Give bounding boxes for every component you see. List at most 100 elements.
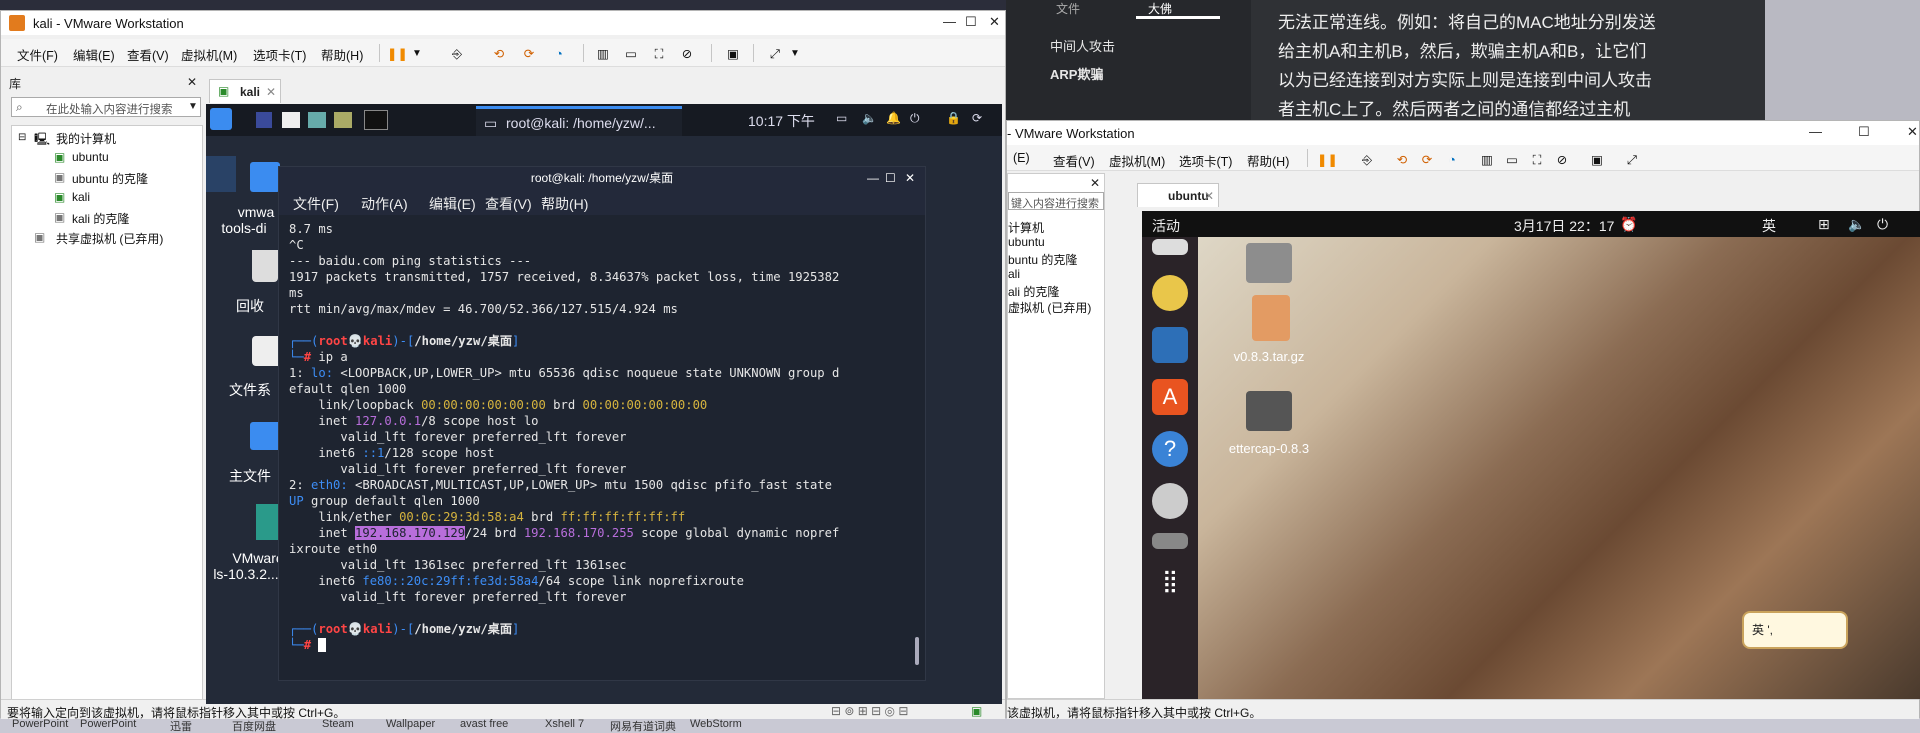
maximize-icon[interactable]: ☐: [1858, 124, 1870, 140]
library-search-input[interactable]: 键入内容进行搜索: [1008, 192, 1104, 210]
menu-tabs[interactable]: 选项卡(T): [253, 45, 306, 64]
thumbnail-view-icon[interactable]: ▭: [621, 45, 641, 63]
unity-icon[interactable]: ⊘: [677, 45, 697, 63]
tree-item-ubuntu-clone[interactable]: buntu 的克隆: [1008, 251, 1077, 268]
tree-shared-vms[interactable]: 虚拟机 (已弃用): [1008, 299, 1091, 316]
close-icon[interactable]: ✕: [989, 14, 1000, 30]
browser-icon[interactable]: [308, 112, 326, 128]
console-icon[interactable]: ▣: [723, 45, 743, 63]
maximize-icon[interactable]: ☐: [965, 14, 977, 30]
desktop-icon-top[interactable]: [206, 156, 236, 192]
writer-icon[interactable]: [1152, 327, 1188, 363]
display-icon[interactable]: ▭: [836, 111, 847, 125]
show-desktop-icon[interactable]: [256, 112, 272, 128]
send-keys-icon[interactable]: ⎆: [447, 45, 467, 63]
editor-icon[interactable]: [334, 112, 352, 128]
snapshot-icon[interactable]: ⟲: [489, 45, 509, 63]
menu-view[interactable]: 查看(V): [1053, 151, 1095, 170]
notification-icon[interactable]: 🔔: [886, 111, 901, 125]
terminal-output[interactable]: 8.7 ms ^C --- baidu.com ping statistics …: [289, 221, 909, 653]
terminal-menu-file[interactable]: 文件(F): [293, 194, 339, 214]
network-icon[interactable]: ⊞: [1818, 216, 1830, 233]
power-icon[interactable]: ⏻: [910, 111, 920, 126]
display-icon[interactable]: ▣: [971, 704, 982, 718]
terminal-menu-action[interactable]: 动作(A): [361, 194, 408, 214]
stretch-icon[interactable]: ⤢: [1622, 151, 1642, 169]
alarm-icon[interactable]: ⏰: [1620, 216, 1637, 233]
tree-item-ubuntu[interactable]: ubuntu: [1008, 235, 1045, 249]
tree-my-computer[interactable]: 计算机: [1008, 219, 1044, 236]
kali-clock[interactable]: 10:17 下午: [748, 111, 815, 131]
thumbnail-view-icon[interactable]: ▭: [1502, 151, 1522, 169]
revert-snapshot-icon[interactable]: ⟳: [1417, 151, 1437, 169]
taskbar-item[interactable]: 网易有道词典: [610, 718, 676, 733]
folder-icon[interactable]: [1246, 391, 1292, 431]
file-manager-icon[interactable]: [282, 112, 300, 128]
taskbar-item[interactable]: WebStorm: [690, 718, 742, 730]
pause-icon[interactable]: ❚❚: [1317, 151, 1338, 169]
terminal-scrollbar[interactable]: [915, 637, 919, 665]
unity-icon[interactable]: ⊘: [1552, 151, 1572, 169]
fullscreen-icon[interactable]: ⛶: [1527, 151, 1547, 169]
help-icon[interactable]: ?: [1152, 431, 1188, 467]
pause-dropdown-icon[interactable]: ▼: [407, 45, 427, 63]
cd-icon[interactable]: [1152, 483, 1188, 519]
kali-menu-icon[interactable]: [210, 108, 232, 130]
tab-ubuntu[interactable]: ubuntu ✕: [1137, 183, 1219, 207]
close-tab-icon[interactable]: ✕: [1204, 189, 1214, 203]
terminal-window[interactable]: root@kali: /home/yzw/桌面 — ☐ ✕ 文件(F) 动作(A…: [278, 166, 926, 681]
refresh-icon[interactable]: ⟳: [972, 111, 982, 125]
send-keys-icon[interactable]: ⎆: [1357, 151, 1377, 169]
menu-edit[interactable]: (E): [1013, 151, 1030, 165]
kali-guest-screen[interactable]: ▭ root@kali: /home/yzw/... 10:17 下午 ▭ 🔈 …: [206, 104, 1002, 704]
close-library-icon[interactable]: ✕: [187, 75, 197, 89]
archive-icon[interactable]: [1252, 295, 1290, 341]
snapshot-icon[interactable]: ⟲: [1392, 151, 1412, 169]
files-dock-icon[interactable]: [1152, 239, 1188, 255]
taskbar-item[interactable]: Xshell 7: [545, 718, 584, 730]
ime-widget[interactable]: 英 ',: [1742, 611, 1848, 649]
tree-item-kali-clone[interactable]: ali 的克隆: [1008, 283, 1059, 300]
tree-collapse-icon[interactable]: ⊟: [18, 132, 26, 143]
app-grid-icon[interactable]: ⣿: [1152, 563, 1188, 599]
terminal-menu-edit[interactable]: 编辑(E): [429, 194, 476, 214]
tree-item-ubuntu[interactable]: ubuntu: [72, 150, 109, 164]
tree-shared-vms[interactable]: 共享虚拟机 (已弃用): [56, 230, 163, 247]
menu-edit[interactable]: 编辑(E): [73, 45, 115, 64]
pause-icon[interactable]: ❚❚: [387, 45, 408, 63]
taskbar-terminal[interactable]: ▭ root@kali: /home/yzw/...: [476, 106, 682, 136]
home-folder-icon[interactable]: [1246, 243, 1292, 283]
menu-file[interactable]: 文件(F): [17, 45, 58, 64]
article-tab-active[interactable]: 大佛: [1148, 0, 1172, 17]
software-center-icon[interactable]: A: [1152, 379, 1188, 415]
taskbar-item[interactable]: avast free: [460, 718, 508, 730]
volume-icon[interactable]: 🔈: [862, 111, 877, 125]
vmware-tools-folder-icon[interactable]: [250, 162, 280, 192]
ime-indicator[interactable]: 英: [1762, 216, 1776, 236]
ubuntu-guest-screen[interactable]: 活动 3月17日 22：17 ⏰ 英 ⊞ 🔈 ⏻ A ? ⣿ Home v0.8…: [1142, 211, 1920, 699]
stretch-icon[interactable]: ⤢: [765, 45, 785, 63]
chevron-down-icon[interactable]: ▼: [188, 101, 198, 112]
snapshot-manager-icon[interactable]: ◔: [1442, 151, 1462, 169]
minimize-icon[interactable]: —: [943, 14, 956, 29]
terminal-launcher-icon[interactable]: [364, 110, 388, 130]
volume-icon[interactable]: 🔈: [1848, 216, 1865, 233]
drive-icon[interactable]: [1152, 533, 1188, 549]
minimize-icon[interactable]: —: [867, 167, 879, 189]
lock-icon[interactable]: 🔒: [946, 111, 961, 125]
activities-button[interactable]: 活动: [1152, 216, 1180, 236]
fullscreen-icon[interactable]: ⛶: [649, 45, 669, 63]
power-icon[interactable]: ⏻: [1877, 216, 1888, 233]
menu-help[interactable]: 帮助(H): [1247, 151, 1289, 170]
article-nav-arp[interactable]: ARP欺骗: [1050, 64, 1103, 83]
menu-view[interactable]: 查看(V): [127, 45, 169, 64]
library-view-icon[interactable]: ▥: [1477, 151, 1497, 169]
minimize-icon[interactable]: —: [1809, 124, 1822, 139]
tree-item-kali[interactable]: kali: [72, 190, 90, 204]
maximize-icon[interactable]: ☐: [885, 167, 896, 189]
menu-vm[interactable]: 虚拟机(M): [1109, 151, 1165, 170]
library-search-input[interactable]: ⌕ 在此处输入内容进行搜索 ▼: [11, 97, 201, 117]
snapshot-manager-icon[interactable]: ◔: [549, 45, 569, 63]
rhythmbox-icon[interactable]: [1152, 275, 1188, 311]
article-nav-mitm[interactable]: 中间人攻击: [1050, 36, 1115, 55]
